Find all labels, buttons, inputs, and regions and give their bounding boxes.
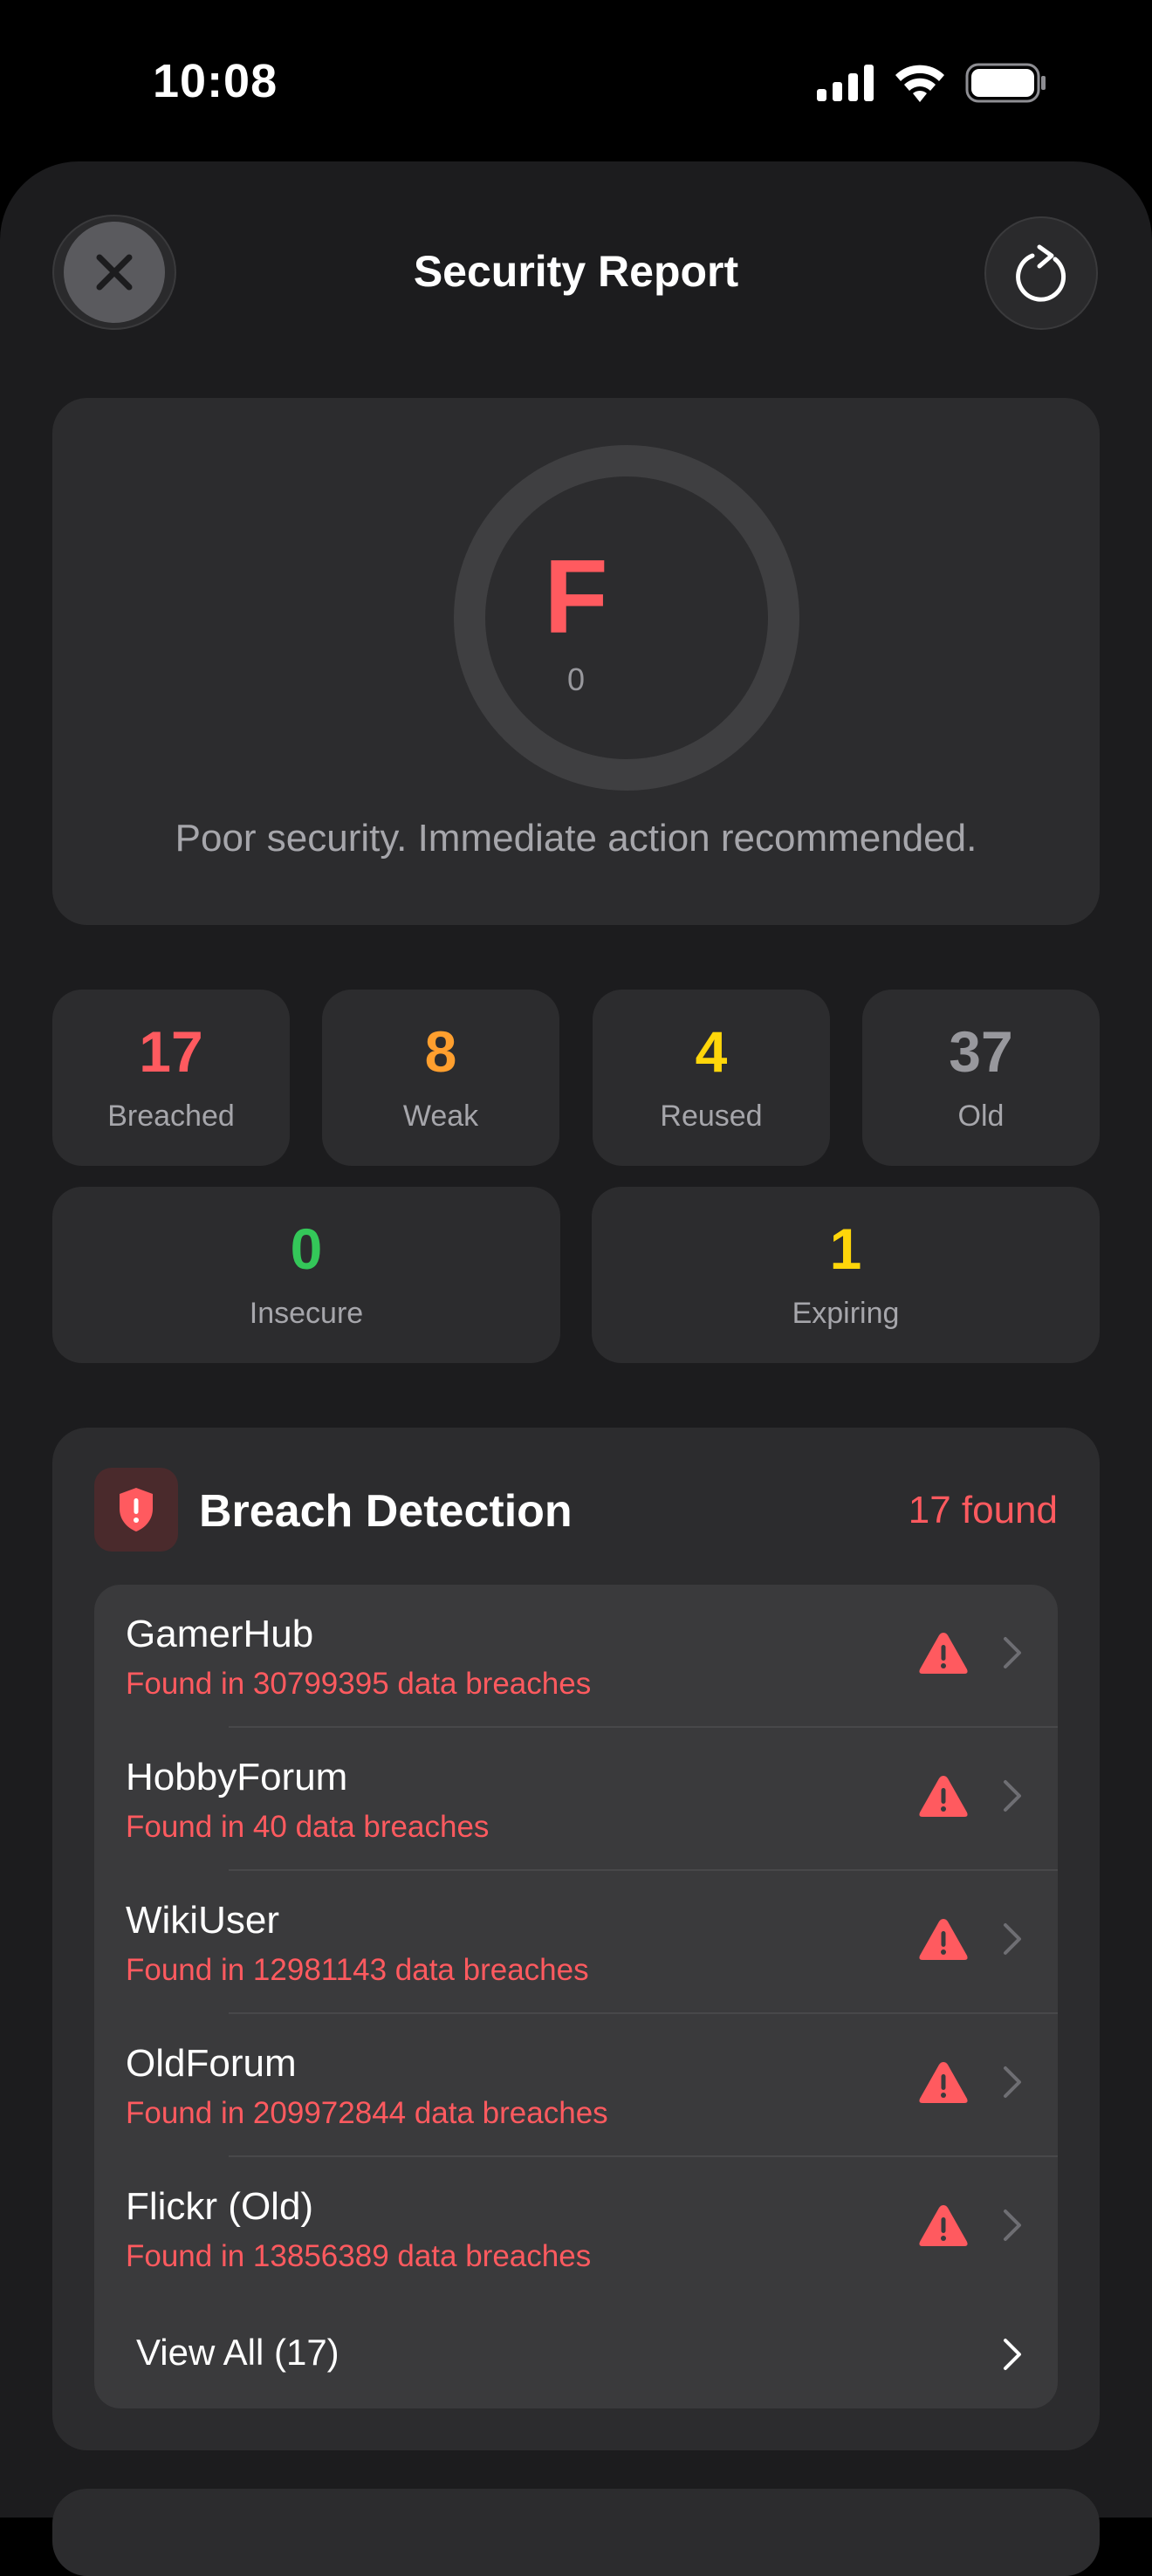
stat-reused[interactable]: 4 Reused xyxy=(593,990,830,1166)
chevron-right-icon xyxy=(1004,2066,1021,2098)
status-time: 10:08 xyxy=(153,55,278,107)
breach-row[interactable]: WikiUser Found in 12981143 data breaches xyxy=(94,1871,1058,2014)
next-section-card xyxy=(52,2489,1100,2576)
breach-row[interactable]: HobbyForum Found in 40 data breaches xyxy=(94,1728,1058,1871)
breach-list: GamerHub Found in 30799395 data breaches… xyxy=(94,1585,1058,2408)
stat-value: 4 xyxy=(695,1019,728,1084)
warning-triangle-icon xyxy=(919,1919,968,1960)
security-score-card: F 0 Poor security. Immediate action reco… xyxy=(52,398,1100,925)
account-name: WikiUser xyxy=(126,1899,279,1942)
breach-row[interactable]: OldForum Found in 209972844 data breache… xyxy=(94,2014,1058,2157)
chevron-right-icon xyxy=(1004,1780,1021,1812)
chevron-right-icon xyxy=(1004,2339,1021,2370)
security-score-value: 0 xyxy=(566,661,586,697)
breach-detail: Found in 209972844 data breaches xyxy=(126,2096,608,2130)
breach-detection-card: Breach Detection 17 found GamerHub Found… xyxy=(52,1428,1100,2450)
breach-row[interactable]: GamerHub Found in 30799395 data breaches xyxy=(94,1585,1058,1728)
stat-insecure[interactable]: 0 Insecure xyxy=(52,1187,560,1363)
account-name: OldForum xyxy=(126,2042,297,2085)
view-all-button[interactable]: View All (17) xyxy=(94,2300,1058,2408)
breach-row[interactable]: Flickr (Old) Found in 13856389 data brea… xyxy=(94,2157,1058,2300)
shield-exclamation-icon xyxy=(120,1488,153,1531)
warning-triangle-icon xyxy=(919,2062,968,2103)
page-title: Security Report xyxy=(413,247,739,296)
wifi-icon xyxy=(895,65,944,102)
breach-found-count: 17 found xyxy=(908,1489,1058,1531)
status-bar: 10:08 xyxy=(0,0,1152,161)
chevron-right-icon xyxy=(1004,2209,1021,2241)
stat-breached[interactable]: 17 Breached xyxy=(52,990,290,1166)
stat-value: 1 xyxy=(829,1216,862,1281)
refresh-button[interactable] xyxy=(984,216,1098,330)
breach-detail: Found in 13856389 data breaches xyxy=(126,2239,592,2273)
security-grade: F xyxy=(544,538,608,655)
account-name: GamerHub xyxy=(126,1613,314,1655)
warning-triangle-icon xyxy=(919,2205,968,2246)
security-score-message: Poor security. Immediate action recommen… xyxy=(175,817,977,860)
account-name: HobbyForum xyxy=(126,1756,348,1798)
stat-label: Breached xyxy=(107,1100,235,1133)
stat-old[interactable]: 37 Old xyxy=(862,990,1100,1166)
chevron-right-icon xyxy=(1004,1637,1021,1668)
status-icons xyxy=(817,63,1047,103)
breach-detection-title: Breach Detection xyxy=(199,1486,573,1537)
stat-label: Weak xyxy=(402,1100,479,1133)
view-all-label: View All (17) xyxy=(136,2332,339,2373)
stat-value: 8 xyxy=(424,1019,457,1084)
breach-detail: Found in 12981143 data breaches xyxy=(126,1953,589,1987)
stat-label: Expiring xyxy=(792,1297,900,1330)
arrow-clockwise-icon xyxy=(1016,244,1066,302)
stat-expiring[interactable]: 1 Expiring xyxy=(592,1187,1100,1363)
account-name: Flickr (Old) xyxy=(126,2185,314,2228)
stat-value: 0 xyxy=(290,1216,323,1281)
shield-badge xyxy=(94,1468,178,1552)
stat-value: 17 xyxy=(139,1019,203,1084)
stat-value: 37 xyxy=(949,1019,1013,1084)
battery-icon xyxy=(965,63,1046,103)
warning-triangle-icon xyxy=(919,1776,968,1817)
stat-label: Old xyxy=(957,1100,1005,1133)
breach-detail: Found in 40 data breaches xyxy=(126,1810,490,1844)
breach-detail: Found in 30799395 data breaches xyxy=(126,1667,592,1701)
stat-label: Reused xyxy=(660,1100,763,1133)
stat-weak[interactable]: 8 Weak xyxy=(322,990,559,1166)
chevron-right-icon xyxy=(1004,1923,1021,1955)
warning-triangle-icon xyxy=(919,1633,968,1674)
breach-header: Breach Detection 17 found xyxy=(94,1468,1058,1552)
stat-label: Insecure xyxy=(249,1297,364,1330)
cellular-signal-icon xyxy=(817,65,874,101)
